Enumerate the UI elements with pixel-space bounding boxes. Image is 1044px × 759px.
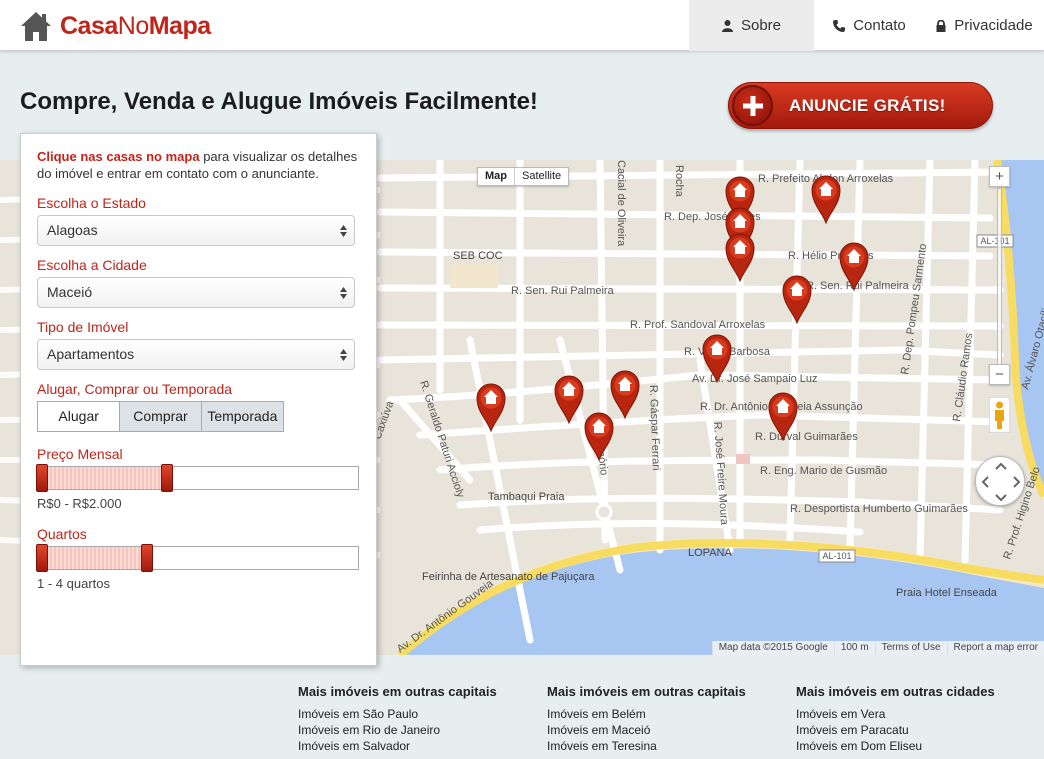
temporada-button[interactable]: Temporada [200,402,283,431]
select-arrows-icon [340,225,347,237]
property-marker-icon[interactable] [725,232,755,282]
house-logo-icon [21,11,51,41]
map-type-map-button[interactable]: Map [478,168,515,185]
phone-icon [833,19,846,32]
zoom-control: + − [989,166,1010,391]
quartos-value: 1 - 4 quartos [37,576,110,591]
quartos-range-fill [38,547,148,569]
nav-sobre-label: Sobre [740,17,782,34]
property-marker-icon[interactable] [584,411,614,461]
preco-range-fill [38,467,167,489]
top-navbar: CasaNoMapa Sobre Contato Privacidade [0,0,1044,51]
quartos-max-handle[interactable] [141,544,154,572]
street-view-pegman-icon[interactable] [989,397,1010,433]
select-arrows-icon [340,349,347,361]
nav-privacidade-label: Privacidade [954,17,1033,34]
city-link[interactable]: Imóveis em Salvador [298,738,497,754]
cidade-value: Maceió [47,284,93,300]
preco-value: R$0 - R$2.000 [37,496,122,511]
city-link[interactable]: Imóveis em Vera [796,706,995,722]
tipo-label: Tipo de Imóvel [37,319,129,335]
city-link[interactable]: Imóveis em Belém [547,706,746,722]
links-column-1: Mais imóveis em outras capitais Imóveis … [298,684,497,754]
city-link[interactable]: Imóveis em Dom Eliseu [796,738,995,754]
terms-of-use-link[interactable]: Terms of Use [874,641,947,655]
alugar-button[interactable]: Alugar [38,402,120,431]
city-link[interactable]: Imóveis em Maceió [547,722,746,738]
map-scale: 100 m [833,641,875,655]
city-link[interactable]: Imóveis em Teresina [547,738,746,754]
preco-range-slider[interactable] [36,464,359,492]
main-nav: Sobre Contato Privacidade [689,0,1044,51]
property-marker-icon[interactable] [702,333,732,383]
lock-icon [936,19,946,32]
links-column-title: Mais imóveis em outras capitais [298,684,497,699]
select-arrows-icon [340,287,347,299]
preco-min-handle[interactable] [36,464,48,492]
map-data-credit: Map data ©2015 Google [711,641,834,655]
tipo-imovel-select[interactable]: Apartamentos [37,339,355,370]
cidade-label: Escolha a Cidade [37,257,147,273]
zoom-in-button[interactable]: + [989,166,1010,187]
cta-label: ANUNCIE GRÁTIS! [789,95,946,115]
tipo-value: Apartamentos [47,346,135,362]
city-link[interactable]: Imóveis em Paracatu [796,722,995,738]
property-marker-icon[interactable] [811,174,841,224]
quartos-min-handle[interactable] [36,544,48,572]
nav-sobre[interactable]: Sobre [689,0,814,51]
panel-intro: Clique nas casas no mapa para visualizar… [37,149,358,181]
report-map-error-link[interactable]: Report a map error [946,641,1044,655]
pan-control[interactable] [975,456,1025,506]
zoom-slider-track[interactable] [997,188,1002,370]
estado-value: Alagoas [47,222,98,238]
quartos-range-slider[interactable] [36,544,359,572]
property-marker-icon[interactable] [554,374,584,424]
property-marker-icon[interactable] [610,369,640,419]
cidade-select[interactable]: Maceió [37,277,355,308]
property-marker-icon[interactable] [476,382,506,432]
modo-label: Alugar, Comprar ou Temporada [37,381,233,397]
comprar-button[interactable]: Comprar [119,402,201,431]
pan-arrows-icon [981,462,1021,502]
logo[interactable]: CasaNoMapa [20,9,211,43]
property-marker-icon[interactable] [768,391,798,441]
links-column-title: Mais imóveis em outras capitais [547,684,746,699]
quartos-label: Quartos [37,526,87,542]
map-type-control: Map Satellite [477,167,570,186]
plus-icon [732,85,773,126]
page-title: Compre, Venda e Alugue Imóveis Facilment… [20,88,538,115]
links-column-title: Mais imóveis em outras cidades [796,684,995,699]
logo-text: CasaNoMapa [60,11,211,40]
map-type-satellite-button[interactable]: Satellite [515,168,568,185]
preco-max-handle[interactable] [160,464,173,492]
city-link[interactable]: Imóveis em Rio de Janeiro [298,722,497,738]
city-link[interactable]: Imóveis em São Paulo [298,706,497,722]
property-marker-icon[interactable] [782,274,812,324]
map-attribution: Map data ©2015 Google 100 m Terms of Use… [711,641,1044,655]
links-column-3: Mais imóveis em outras cidades Imóveis e… [796,684,995,754]
estado-label: Escolha o Estado [37,195,146,211]
modo-toggle-group: Alugar Comprar Temporada [37,401,284,432]
links-column-2: Mais imóveis em outras capitais Imóveis … [547,684,746,754]
nav-contato-label: Contato [853,17,906,34]
search-filter-panel: Clique nas casas no mapa para visualizar… [20,133,377,666]
preco-label: Preço Mensal [37,446,123,462]
property-marker-icon[interactable] [839,241,869,291]
zoom-out-button[interactable]: − [989,364,1010,385]
estado-select[interactable]: Alagoas [37,215,355,246]
anuncie-gratis-button[interactable]: ANUNCIE GRÁTIS! [728,82,993,129]
nav-contato[interactable]: Contato [814,0,925,51]
nav-privacidade[interactable]: Privacidade [925,0,1044,51]
user-icon [721,19,733,32]
